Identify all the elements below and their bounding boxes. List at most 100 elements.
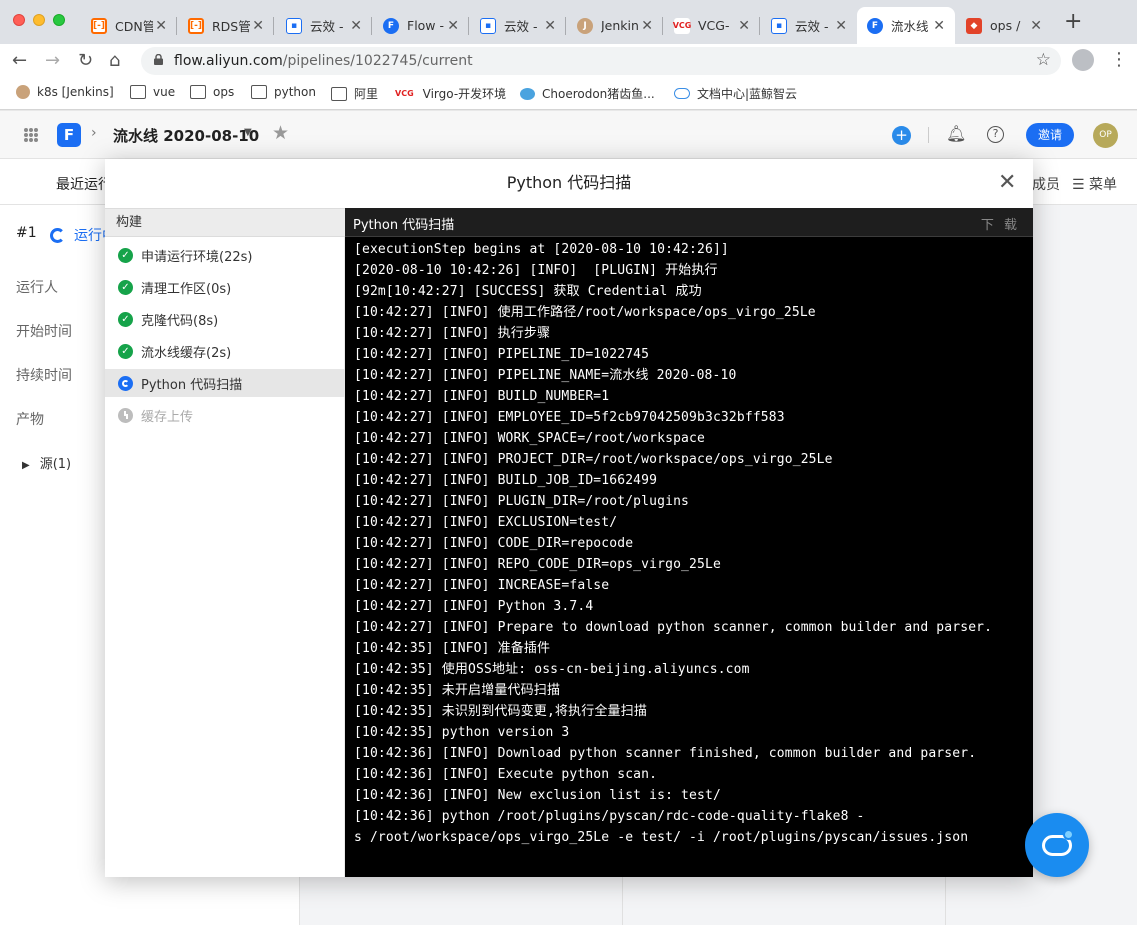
pipeline-name[interactable]: 流水线 2020-08-10 xyxy=(113,125,259,146)
menu-button[interactable]: ☰ 菜单 xyxy=(1072,174,1117,194)
browser-tab-cdn[interactable]: [-] CDN管 ✕ xyxy=(81,7,177,44)
yunxiao-icon: ▪ xyxy=(480,17,496,34)
step-log-modal: Python 代码扫描 ✕ 构建 ✓ 申请运行环境(22s) ✓ 清理工作区(0… xyxy=(105,159,1033,877)
jenkins-icon: J xyxy=(577,17,593,34)
forward-arrow-icon[interactable]: → xyxy=(45,50,60,72)
close-tab-icon[interactable]: ✕ xyxy=(155,18,167,34)
step-item-active[interactable]: Python 代码扫描 xyxy=(105,369,345,397)
console-header: Python 代码扫描 下 载 xyxy=(345,208,1033,237)
close-tab-icon[interactable]: ✕ xyxy=(447,18,459,34)
console-title: Python 代码扫描 xyxy=(353,218,455,233)
address-bar[interactable]: flow.aliyun.com/pipelines/1022745/curren… xyxy=(141,47,1061,75)
browser-tab-bar: [-] CDN管 ✕ [-] RDS管 ✕ ▪ 云效 - ✕ F Flow - … xyxy=(0,0,1137,44)
new-tab-icon[interactable]: + xyxy=(1064,11,1082,33)
browser-tab-pipeline-active[interactable]: F 流水线 ✕ xyxy=(857,7,955,44)
close-tab-icon[interactable]: ✕ xyxy=(252,18,264,34)
tab-members[interactable]: 成员 xyxy=(1032,174,1060,194)
log-line: [10:42:27] [INFO] CODE_DIR=repocode xyxy=(354,536,634,551)
log-line: [10:42:27] [INFO] 执行步骤 xyxy=(354,326,551,341)
chat-support-button[interactable] xyxy=(1025,813,1089,877)
home-icon[interactable]: ⌂ xyxy=(109,50,120,72)
bookmark-ali[interactable]: 阿里 xyxy=(331,85,378,102)
close-icon[interactable]: ✕ xyxy=(998,172,1016,194)
apps-grid-icon[interactable] xyxy=(24,128,38,142)
tab-title: Jenkin xyxy=(601,18,639,33)
bell-icon[interactable]: 🔔︎ xyxy=(946,124,966,143)
step-label: 流水线缓存(2s) xyxy=(141,345,232,361)
close-tab-icon[interactable]: ✕ xyxy=(933,18,945,34)
run-number: #1 xyxy=(16,225,37,241)
user-avatar[interactable]: OP xyxy=(1093,123,1118,148)
flow-logo-icon[interactable]: F xyxy=(57,123,81,147)
bookmark-label: 文档中心|蓝鲸智云 xyxy=(697,87,798,101)
help-icon[interactable]: ? xyxy=(987,126,1004,143)
step-label: 申请运行环境(22s) xyxy=(141,249,253,265)
close-tab-icon[interactable]: ✕ xyxy=(544,18,556,34)
download-button[interactable]: 下 载 xyxy=(981,214,1020,233)
step-item[interactable]: ✓ 流水线缓存(2s) xyxy=(105,337,345,365)
step-item[interactable]: ✓ 清理工作区(0s) xyxy=(105,273,345,301)
close-tab-icon[interactable]: ✕ xyxy=(350,18,362,34)
bookmark-vue[interactable]: vue xyxy=(130,85,175,99)
invite-button[interactable]: 邀请 xyxy=(1026,123,1074,147)
step-label: Python 代码扫描 xyxy=(141,377,243,393)
bookmark-star-icon[interactable]: ☆ xyxy=(1036,50,1051,70)
step-label: 清理工作区(0s) xyxy=(141,281,232,297)
meta-start-time-label: 开始时间 xyxy=(16,324,72,340)
browser-tab-flow[interactable]: F Flow - ✕ xyxy=(373,7,469,44)
add-icon[interactable]: + xyxy=(892,126,911,145)
tab-recent-runs[interactable]: 最近运行 xyxy=(56,174,112,208)
tab-title: ops / xyxy=(990,18,1021,33)
browser-tab-vcg[interactable]: VCG VCG- ✕ xyxy=(664,7,760,44)
yunxiao-icon: ▪ xyxy=(771,17,787,34)
back-arrow-icon[interactable]: ← xyxy=(12,50,27,72)
log-line: [10:42:27] [INFO] PROJECT_DIR=/root/work… xyxy=(354,452,833,467)
success-check-icon: ✓ xyxy=(118,343,133,359)
log-line: [10:42:27] [INFO] PIPELINE_ID=1022745 xyxy=(354,347,650,362)
zoom-window-button[interactable] xyxy=(53,14,65,26)
bookmark-choerodon[interactable]: Choerodon猪齿鱼... xyxy=(520,85,655,102)
browser-tab-yunxiao-2[interactable]: ▪ 云效 - ✕ xyxy=(470,7,566,44)
bookmark-label: k8s [Jenkins] xyxy=(37,85,114,99)
close-tab-icon[interactable]: ✕ xyxy=(1030,18,1042,34)
bookmark-virgo[interactable]: VCG Virgo-开发环境 xyxy=(395,85,506,102)
notification-dot xyxy=(1063,829,1074,840)
log-line: [10:42:27] [INFO] EMPLOYEE_ID=5f2cb97042… xyxy=(354,410,785,425)
log-line: [executionStep begins at [2020-08-10 10:… xyxy=(354,242,729,257)
browser-tab-gitlab[interactable]: ◆ ops / ✕ xyxy=(956,7,1052,44)
browser-tab-yunxiao-3[interactable]: ▪ 云效 - ✕ xyxy=(761,7,857,44)
favorite-star-icon[interactable]: ★ xyxy=(272,122,289,144)
choerodon-fish-icon xyxy=(520,87,535,100)
browser-tab-rds[interactable]: [-] RDS管 ✕ xyxy=(178,7,274,44)
folder-icon xyxy=(130,85,146,99)
meta-artifacts-label: 产物 xyxy=(16,412,44,428)
profile-avatar-icon[interactable] xyxy=(1072,49,1094,71)
step-item[interactable]: ✓ 克隆代码(8s) xyxy=(105,305,345,333)
close-tab-icon[interactable]: ✕ xyxy=(641,18,653,34)
close-window-button[interactable] xyxy=(13,14,25,26)
jenkins-icon xyxy=(16,85,30,99)
tab-title: VCG- xyxy=(698,18,730,33)
source-expander[interactable]: ▶ 源(1) xyxy=(22,453,71,472)
bookmark-k8s-jenkins[interactable]: k8s [Jenkins] xyxy=(16,85,114,99)
bookmark-ops[interactable]: ops xyxy=(190,85,234,99)
step-item[interactable]: 缓存上传 xyxy=(105,401,345,429)
browser-menu-icon[interactable]: ⋮ xyxy=(1110,49,1128,70)
vcg-icon: VCG xyxy=(395,89,414,98)
caret-down-icon[interactable]: ▼ xyxy=(244,127,252,138)
log-line: [10:42:27] [INFO] BUILD_NUMBER=1 xyxy=(354,389,610,404)
yunxiao-icon: ▪ xyxy=(286,17,302,34)
running-spinner-icon xyxy=(118,375,133,391)
close-tab-icon[interactable]: ✕ xyxy=(738,18,750,34)
browser-tab-jenkins[interactable]: J Jenkin ✕ xyxy=(567,7,663,44)
step-item[interactable]: ✓ 申请运行环境(22s) xyxy=(105,241,345,269)
log-line: [10:42:27] [INFO] INCREASE=false xyxy=(354,578,610,593)
reload-icon[interactable]: ↻ xyxy=(78,50,93,72)
bookmark-python[interactable]: python xyxy=(251,85,316,99)
minimize-window-button[interactable] xyxy=(33,14,45,26)
close-tab-icon[interactable]: ✕ xyxy=(835,18,847,34)
browser-toolbar: ← → ↻ ⌂ flow.aliyun.com/pipelines/102274… xyxy=(0,44,1137,78)
browser-tab-yunxiao-1[interactable]: ▪ 云效 - ✕ xyxy=(276,7,372,44)
bookmark-bluking-docs[interactable]: 文档中心|蓝鲸智云 xyxy=(674,85,797,102)
log-console[interactable]: Python 代码扫描 下 载 [executionStep begins at… xyxy=(345,208,1033,877)
